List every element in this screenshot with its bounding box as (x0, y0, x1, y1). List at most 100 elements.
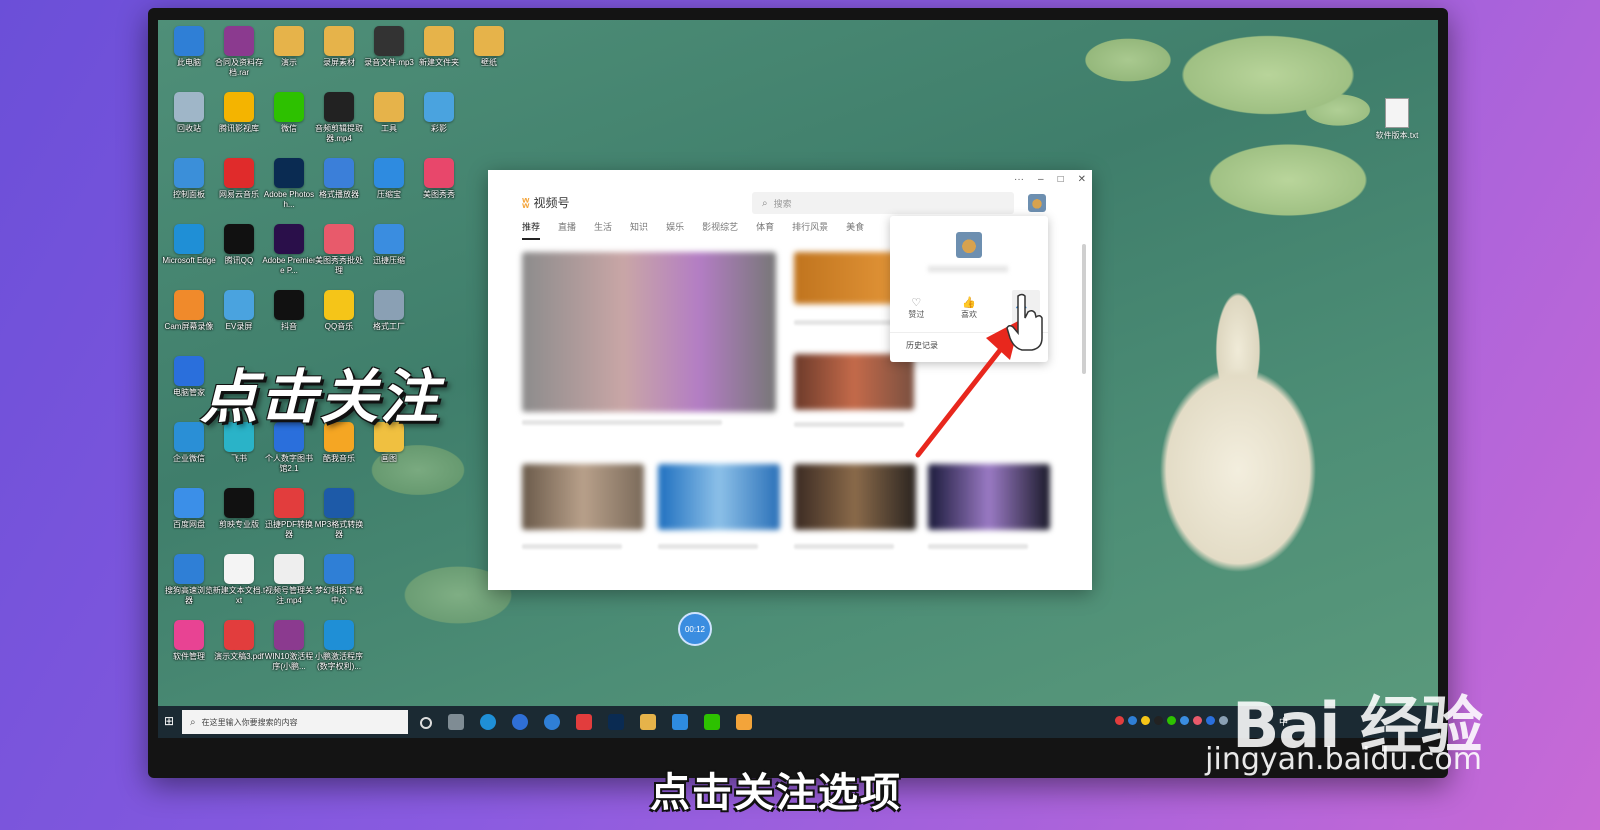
desktop-icon[interactable]: 腾讯影视库 (212, 92, 266, 134)
desktop-icon[interactable]: 视频号管理关注.mp4 (262, 554, 316, 606)
desktop-icon[interactable]: 剪映专业版 (212, 488, 266, 530)
video-thumbnail[interactable] (522, 464, 644, 530)
video-thumbnail[interactable] (794, 464, 916, 530)
desktop-icon[interactable]: 梦幻科技下载中心 (312, 554, 366, 606)
app-icon (174, 620, 204, 650)
desktop-icon[interactable]: 演示文稿3.pdf (212, 620, 266, 662)
tray-icon[interactable] (1115, 716, 1124, 725)
desktop-icon[interactable]: 新建文本文档.txt (212, 554, 266, 606)
tab-item[interactable]: 影视综艺 (702, 220, 738, 240)
video-title-blur (794, 422, 904, 427)
tray-icon[interactable] (1141, 716, 1150, 725)
edge-icon[interactable] (480, 714, 496, 730)
desktop-icon[interactable]: Adobe Premiere P... (262, 224, 316, 276)
tab-item[interactable]: 美食 (846, 220, 864, 240)
desktop-icon[interactable]: Cam屏幕录像 (162, 290, 216, 332)
desktop-icon[interactable]: 壁纸 (462, 26, 516, 68)
app-icon (374, 92, 404, 122)
app-icon (274, 554, 304, 584)
sogou-icon[interactable] (544, 714, 560, 730)
cortana-icon[interactable] (420, 717, 432, 729)
desktop-icon[interactable]: 此电脑 (162, 26, 216, 68)
desktop-icon-label: 迅捷PDF转换器 (265, 520, 313, 539)
tray-icon[interactable] (1154, 716, 1163, 725)
video-thumbnail[interactable] (794, 354, 914, 410)
desktop-icon[interactable]: 腾讯QQ (212, 224, 266, 266)
app-icon (224, 488, 254, 518)
tab-item[interactable]: 知识 (630, 220, 648, 240)
desktop-icon[interactable]: 控制面板 (162, 158, 216, 200)
desktop-icon-label: 软件版本.txt (1375, 131, 1419, 140)
desktop-icon[interactable]: 美图秀秀批处理 (312, 224, 366, 276)
desktop-icon[interactable]: 工具 (362, 92, 416, 134)
wechat-icon[interactable] (704, 714, 720, 730)
desktop-icon[interactable]: 彩影 (412, 92, 466, 134)
desktop-icon[interactable]: WIN10激活程序(小鹏... (262, 620, 316, 672)
video-channel-taskbar-icon[interactable] (736, 714, 752, 730)
tab-item[interactable]: 体育 (756, 220, 774, 240)
browser-icon[interactable] (512, 714, 528, 730)
taskbar-search-input[interactable]: ⌕ 在这里输入你要搜索的内容 (182, 710, 408, 734)
desktop-icon[interactable]: Adobe Photosh... (262, 158, 316, 210)
desktop-icon[interactable]: 搜狗高速浏览器 (162, 554, 216, 606)
desktop-icon[interactable]: 压缩宝 (362, 158, 416, 200)
tab-item[interactable]: 直播 (558, 220, 576, 240)
video-thumbnail[interactable] (658, 464, 780, 530)
tab-item[interactable]: 娱乐 (666, 220, 684, 240)
desktop-icon-label: 此电脑 (177, 58, 201, 67)
video-app-icon[interactable] (672, 714, 688, 730)
desktop-icon-label: 新建文本文档.txt (212, 586, 266, 605)
desktop-icon[interactable]: 网易云音乐 (212, 158, 266, 200)
desktop-icon[interactable]: Microsoft Edge (162, 224, 216, 266)
desktop-icon[interactable]: 新建文件夹 (412, 26, 466, 68)
tray-icon[interactable] (1219, 716, 1228, 725)
more-button[interactable]: ··· (1014, 174, 1024, 185)
file-explorer-icon[interactable] (640, 714, 656, 730)
tray-icon[interactable] (1128, 716, 1137, 725)
desktop-icon-txt-file[interactable]: 软件版本.txt (1370, 98, 1424, 141)
desktop-icon[interactable]: 微信 (262, 92, 316, 134)
tab-item[interactable]: 推荐 (522, 220, 541, 240)
desktop-icon[interactable]: 美图秀秀 (412, 158, 466, 200)
desktop-icon[interactable]: 回收站 (162, 92, 216, 134)
desktop-icon[interactable]: 迅捷PDF转换器 (262, 488, 316, 540)
video-title-blur (794, 320, 904, 325)
minimize-button[interactable]: – (1038, 174, 1044, 185)
video-thumbnail[interactable] (522, 252, 776, 412)
tray-icon[interactable] (1167, 716, 1176, 725)
profile-avatar (956, 232, 982, 258)
tray-icon[interactable] (1206, 716, 1215, 725)
user-avatar-button[interactable] (1028, 194, 1046, 212)
tab-item[interactable]: 生活 (594, 220, 612, 240)
search-input[interactable]: ⌕ 搜索 (752, 192, 1014, 214)
desktop-icon[interactable]: 演示 (262, 26, 316, 68)
desktop-icon[interactable]: EV录屏 (212, 290, 266, 332)
tab-item[interactable]: 排行风景 (792, 220, 828, 240)
desktop-icon[interactable]: QQ音乐 (312, 290, 366, 332)
desktop-icon[interactable]: 抖音 (262, 290, 316, 332)
desktop-icon[interactable]: MP3格式转换器 (312, 488, 366, 540)
app-icon (374, 290, 404, 320)
task-view-icon[interactable] (448, 714, 464, 730)
tray-icon[interactable] (1193, 716, 1202, 725)
windows-start-icon[interactable]: ⊞ (164, 714, 174, 728)
close-button[interactable]: ✕ (1078, 174, 1086, 185)
desktop-icon[interactable]: 格式播放器 (312, 158, 366, 200)
desktop-icon[interactable]: 录屏素材 (312, 26, 366, 68)
desktop-icon[interactable]: 录音文件.mp3 (362, 26, 416, 68)
desktop-icon[interactable]: 百度网盘 (162, 488, 216, 530)
app-icon (174, 224, 204, 254)
desktop-icon[interactable]: 音频剪辑提取器.mp4 (312, 92, 366, 144)
desktop-icon[interactable]: 合同及资料存档.rar (212, 26, 266, 78)
video-thumbnail[interactable] (928, 464, 1050, 530)
scrollbar[interactable] (1082, 244, 1086, 374)
desktop-icon[interactable]: 软件管理 (162, 620, 216, 662)
wps-icon[interactable] (576, 714, 592, 730)
desktop-icon[interactable]: 迅捷压缩 (362, 224, 416, 266)
photoshop-icon[interactable] (608, 714, 624, 730)
maximize-button[interactable]: □ (1058, 174, 1064, 185)
desktop-icon-label: 个人数字图书馆2.1 (265, 454, 313, 473)
desktop-icon[interactable]: 小鹏激活程序(数字权利)... (312, 620, 366, 672)
tray-icon[interactable] (1180, 716, 1189, 725)
desktop-icon[interactable]: 格式工厂 (362, 290, 416, 332)
